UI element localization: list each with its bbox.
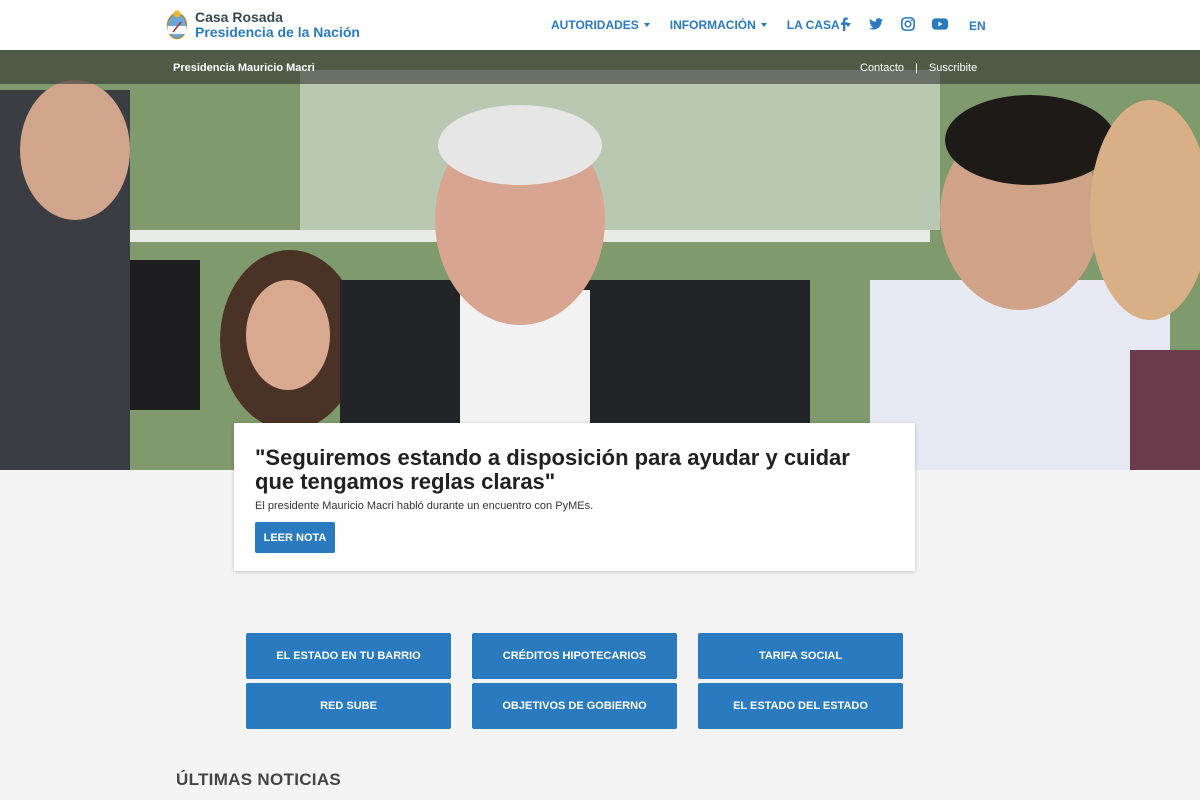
national-seal-icon — [166, 10, 188, 40]
link-separator: | — [915, 62, 918, 74]
utility-links: Contacto | Suscribite — [860, 62, 977, 74]
youtube-icon[interactable] — [932, 16, 948, 32]
social-links — [836, 16, 964, 32]
hero-image: Presidencia Mauricio Macri Contacto | Su… — [0, 50, 1200, 470]
contacto-link[interactable]: Contacto — [860, 62, 904, 74]
nav-autoridades[interactable]: AUTORIDADES — [551, 18, 650, 32]
quick-link-creditos[interactable]: CRÉDITOS HIPOTECARIOS — [472, 633, 677, 679]
site-header: Casa Rosada Presidencia de la Nación AUT… — [0, 0, 1200, 50]
quick-link-estado-estado[interactable]: EL ESTADO DEL ESTADO — [698, 683, 903, 729]
quick-link-estado-barrio[interactable]: EL ESTADO EN TU BARRIO — [246, 633, 451, 679]
nav-informacion[interactable]: INFORMACIÓN — [670, 18, 767, 32]
chevron-down-icon — [760, 23, 767, 27]
suscribite-link[interactable]: Suscribite — [929, 62, 977, 74]
logo-title: Casa Rosada — [195, 9, 283, 25]
read-more-button[interactable]: LEER NOTA — [255, 522, 335, 553]
twitter-icon[interactable] — [868, 16, 884, 32]
quick-link-objetivos[interactable]: OBJETIVOS DE GOBIERNO — [472, 683, 677, 729]
site-logo[interactable]: Casa Rosada Presidencia de la Nación — [166, 9, 360, 41]
facebook-icon[interactable] — [836, 16, 852, 32]
hero-top-bar: Presidencia Mauricio Macri Contacto | Su… — [0, 50, 1200, 84]
logo-subtitle: Presidencia de la Nación — [195, 24, 360, 40]
presidency-label: Presidencia Mauricio Macri — [173, 62, 315, 74]
featured-title[interactable]: "Seguiremos estando a disposición para a… — [255, 446, 895, 494]
featured-subtitle: El presidente Mauricio Macri habló duran… — [255, 500, 594, 512]
chevron-down-icon — [643, 23, 650, 27]
language-switch[interactable]: EN — [969, 19, 986, 33]
latest-news-heading: ÚLTIMAS NOTICIAS — [176, 770, 342, 789]
quick-link-tarifa-social[interactable]: TARIFA SOCIAL — [698, 633, 903, 679]
hero-photo — [0, 50, 1200, 470]
main-nav: AUTORIDADES INFORMACIÓN LA CASA — [551, 18, 871, 32]
quick-link-red-sube[interactable]: RED SUBE — [246, 683, 451, 729]
instagram-icon[interactable] — [900, 16, 916, 32]
featured-story-card: "Seguiremos estando a disposición para a… — [234, 423, 915, 571]
